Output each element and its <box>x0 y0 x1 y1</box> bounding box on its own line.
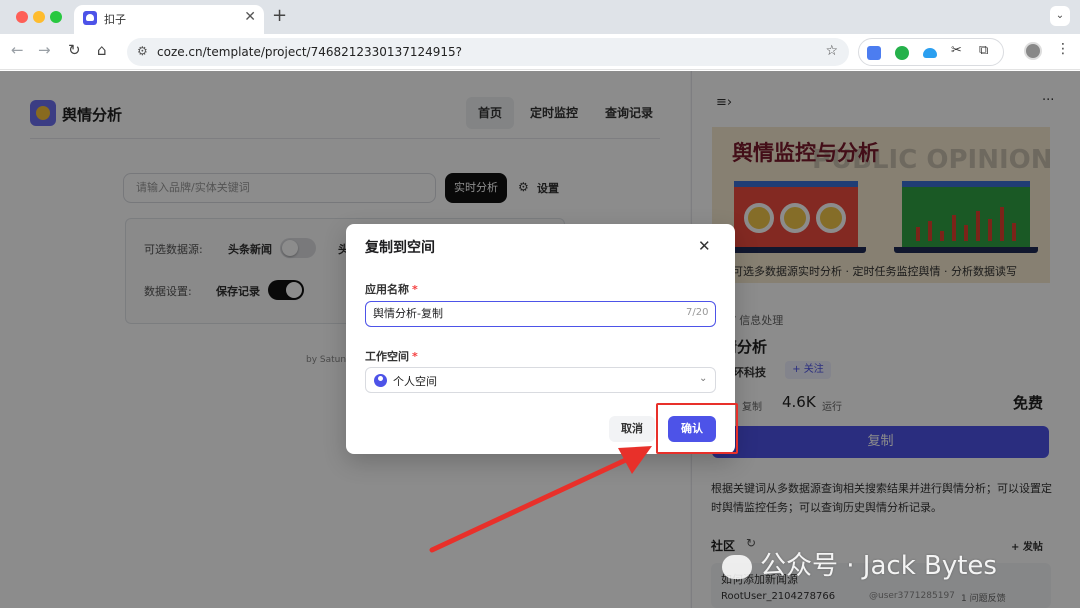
wechat-icon <box>722 554 752 579</box>
watermark: 公众号 · Jack Bytes <box>722 545 997 582</box>
annotation-arrow <box>429 446 652 553</box>
